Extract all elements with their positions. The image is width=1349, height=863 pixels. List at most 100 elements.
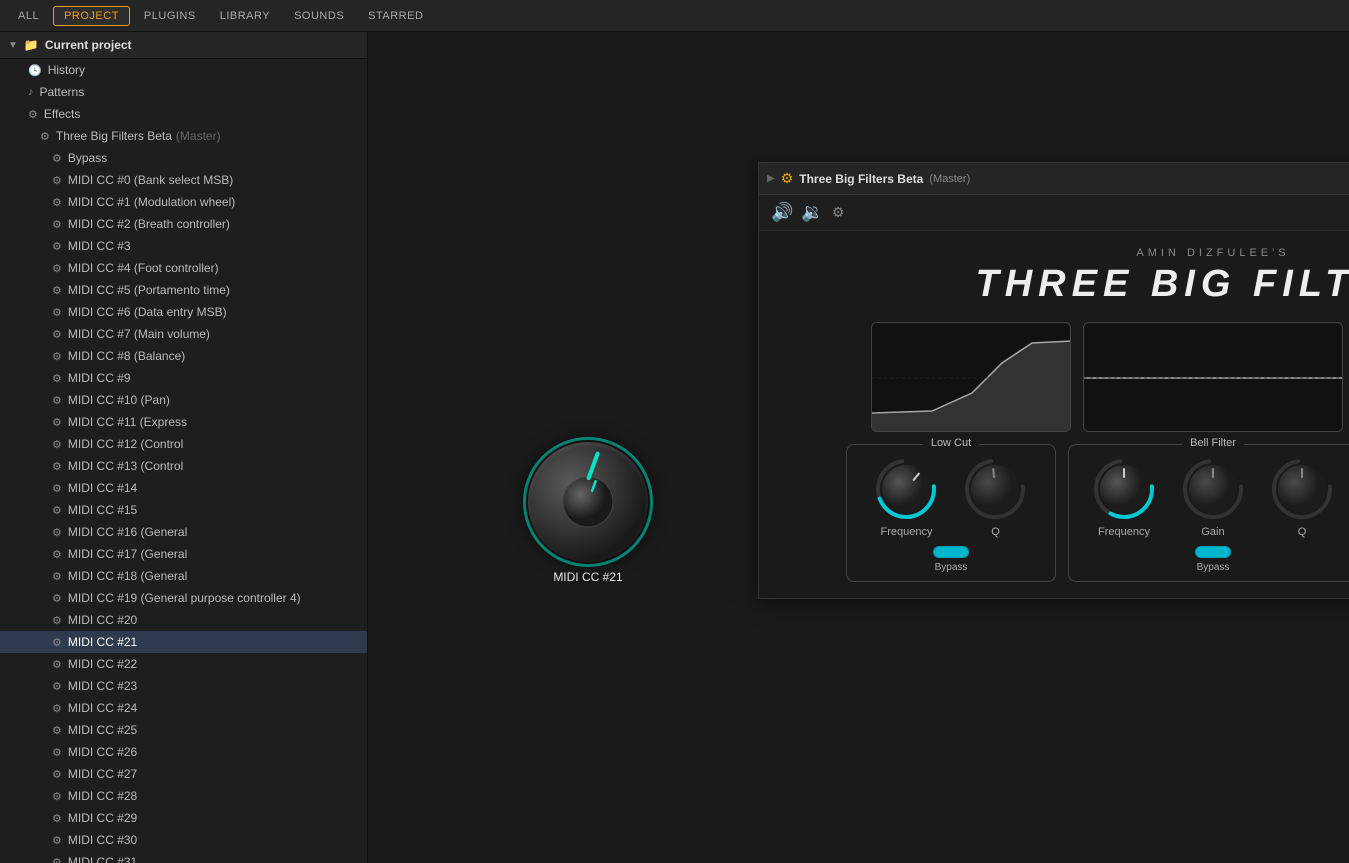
- sidebar-item-midi-27[interactable]: ⚙MIDI CC #27: [0, 763, 367, 785]
- sidebar-item-midi-1[interactable]: ⚙MIDI CC #1 (Modulation wheel): [0, 191, 367, 213]
- settings-icon[interactable]: ⚙: [832, 204, 845, 221]
- nav-starred[interactable]: STARRED: [358, 7, 433, 25]
- midi-icon-28: ⚙: [52, 790, 62, 803]
- midi-label-24: MIDI CC #24: [68, 701, 137, 715]
- sidebar-item-midi-25[interactable]: ⚙MIDI CC #25: [0, 719, 367, 741]
- filter-display-bell: [1083, 322, 1343, 432]
- sidebar-item-history[interactable]: 🕓 History: [0, 59, 367, 81]
- filter-displays: [775, 322, 1349, 432]
- speaker-icon[interactable]: 🔊: [771, 202, 793, 223]
- sidebar-item-midi-22[interactable]: ⚙MIDI CC #22: [0, 653, 367, 675]
- lowcut-bypass: Bypass: [933, 546, 969, 573]
- midi-icon-30: ⚙: [52, 834, 62, 847]
- bypass-icon: ⚙: [52, 152, 62, 165]
- play-icon[interactable]: ▶: [767, 173, 775, 184]
- midi-icon-3: ⚙: [52, 240, 62, 253]
- sidebar-item-patterns[interactable]: ♪ Patterns: [0, 81, 367, 103]
- sidebar-item-midi-20[interactable]: ⚙MIDI CC #20: [0, 609, 367, 631]
- sidebar-item-midi-12[interactable]: ⚙MIDI CC #12 (Control: [0, 433, 367, 455]
- current-project-header[interactable]: ▼ 📁 Current project: [0, 32, 367, 59]
- sidebar-item-midi-26[interactable]: ⚙MIDI CC #26: [0, 741, 367, 763]
- midi-label-27: MIDI CC #27: [68, 767, 137, 781]
- lowcut-q-label: Q: [991, 526, 1000, 538]
- sidebar-item-midi-11[interactable]: ⚙MIDI CC #11 (Express: [0, 411, 367, 433]
- sidebar-item-midi-29[interactable]: ⚙MIDI CC #29: [0, 807, 367, 829]
- sidebar-item-midi-31[interactable]: ⚙MIDI CC #31: [0, 851, 367, 863]
- sidebar: ▼ 📁 Current project 🕓 History ♪ Patterns…: [0, 32, 368, 863]
- sidebar-item-midi-23[interactable]: ⚙MIDI CC #23: [0, 675, 367, 697]
- lowcut-freq-wrap: Frequency: [874, 457, 939, 538]
- sidebar-item-tbf[interactable]: ⚙ Three Big Filters Beta (Master): [0, 125, 367, 147]
- midi-label-10: MIDI CC #10 (Pan): [68, 393, 170, 407]
- bell-freq-label: Frequency: [1098, 526, 1150, 538]
- midi-icon-20: ⚙: [52, 614, 62, 627]
- midi-label-12: MIDI CC #12 (Control: [68, 437, 183, 451]
- sidebar-item-bypass[interactable]: ⚙ Bypass: [0, 147, 367, 169]
- sidebar-item-midi-18[interactable]: ⚙MIDI CC #18 (General: [0, 565, 367, 587]
- lowcut-bypass-toggle[interactable]: [933, 546, 969, 558]
- midi-icon-24: ⚙: [52, 702, 62, 715]
- nav-project[interactable]: PROJECT: [53, 6, 130, 26]
- midi-label-7: MIDI CC #7 (Main volume): [68, 327, 210, 341]
- sidebar-item-effects[interactable]: ⚙ Effects: [0, 103, 367, 125]
- sidebar-item-midi-28[interactable]: ⚙MIDI CC #28: [0, 785, 367, 807]
- sidebar-item-midi-5[interactable]: ⚙MIDI CC #5 (Portamento time): [0, 279, 367, 301]
- sidebar-item-midi-24[interactable]: ⚙ MIDI CC #24: [0, 697, 367, 719]
- knob-overlay-label: MIDI CC #21: [553, 570, 622, 584]
- midi-icon-10: ⚙: [52, 394, 62, 407]
- midi-label-5: MIDI CC #5 (Portamento time): [68, 283, 230, 297]
- midi-knob-overlay[interactable]: MIDI CC #21: [528, 442, 648, 584]
- midi-icon-15: ⚙: [52, 504, 62, 517]
- sidebar-item-midi-30[interactable]: ⚙MIDI CC #30: [0, 829, 367, 851]
- midi-icon-22: ⚙: [52, 658, 62, 671]
- nav-library[interactable]: LIBRARY: [210, 7, 280, 25]
- gear-icon: ⚙: [781, 170, 794, 187]
- lowcut-knobs: Frequency: [874, 457, 1028, 538]
- tbf-suffix: (Master): [176, 129, 221, 143]
- midi-icon-8: ⚙: [52, 350, 62, 363]
- sidebar-item-midi-17[interactable]: ⚙MIDI CC #17 (General: [0, 543, 367, 565]
- tbf-label: Three Big Filters Beta: [56, 129, 172, 143]
- midi-label-3: MIDI CC #3: [68, 239, 131, 253]
- midi-label-17: MIDI CC #17 (General: [68, 547, 187, 561]
- nav-plugins[interactable]: PLUGINS: [134, 7, 206, 25]
- sidebar-item-midi-0[interactable]: ⚙MIDI CC #0 (Bank select MSB): [0, 169, 367, 191]
- midi-label-23: MIDI CC #23: [68, 679, 137, 693]
- sidebar-item-midi-13[interactable]: ⚙MIDI CC #13 (Control: [0, 455, 367, 477]
- bell-gain-knob[interactable]: [1181, 457, 1246, 522]
- midi-icon-0: ⚙: [52, 174, 62, 187]
- speaker-gear-icon[interactable]: 🔉: [801, 202, 823, 223]
- midi-knob[interactable]: [528, 442, 648, 562]
- history-icon: 🕓: [28, 64, 42, 77]
- sidebar-item-midi-16[interactable]: ⚙MIDI CC #16 (General: [0, 521, 367, 543]
- bell-freq-knob[interactable]: [1092, 457, 1157, 522]
- lowcut-q-knob[interactable]: [963, 457, 1028, 522]
- sidebar-item-midi-9[interactable]: ⚙MIDI CC #9: [0, 367, 367, 389]
- lowcut-freq-knob[interactable]: [874, 457, 939, 522]
- nav-all[interactable]: ALL: [8, 7, 49, 25]
- midi-label-13: MIDI CC #13 (Control: [68, 459, 183, 473]
- sidebar-item-midi-6[interactable]: ⚙MIDI CC #6 (Data entry MSB): [0, 301, 367, 323]
- sidebar-item-midi-8[interactable]: ⚙MIDI CC #8 (Balance): [0, 345, 367, 367]
- midi-icon-11: ⚙: [52, 416, 62, 429]
- patterns-icon: ♪: [28, 86, 34, 98]
- bell-bypass-toggle[interactable]: [1195, 546, 1231, 558]
- plugin-area: MIDI CC #21 ▶ ⚙ Three Big Filters Beta (…: [368, 32, 1349, 863]
- history-label: History: [48, 63, 85, 77]
- sidebar-item-midi-10[interactable]: ⚙ MIDI CC #10 (Pan): [0, 389, 367, 411]
- sidebar-item-midi-19[interactable]: ⚙MIDI CC #19 (General purpose controller…: [0, 587, 367, 609]
- bell-bypass: Bypass: [1195, 546, 1231, 573]
- sidebar-item-midi-7[interactable]: ⚙ MIDI CC #7 (Main volume): [0, 323, 367, 345]
- bell-q-knob[interactable]: [1270, 457, 1335, 522]
- plugin-icon: ⚙: [40, 130, 50, 143]
- midi-icon-7: ⚙: [52, 328, 62, 341]
- sidebar-item-midi-3[interactable]: ⚙ MIDI CC #3: [0, 235, 367, 257]
- plugin-body: Amin Dizfulee's Three Big Filters: [759, 231, 1349, 598]
- sidebar-item-midi-15[interactable]: ⚙MIDI CC #15: [0, 499, 367, 521]
- sidebar-item-midi-14[interactable]: ⚙MIDI CC #14: [0, 477, 367, 499]
- sidebar-item-midi-4[interactable]: ⚙MIDI CC #4 (Foot controller): [0, 257, 367, 279]
- nav-sounds[interactable]: SOUNDS: [284, 7, 354, 25]
- plugin-subtitle: Amin Dizfulee's: [976, 247, 1349, 259]
- sidebar-item-midi-2[interactable]: ⚙MIDI CC #2 (Breath controller): [0, 213, 367, 235]
- sidebar-item-midi-21[interactable]: ⚙MIDI CC #21: [0, 631, 367, 653]
